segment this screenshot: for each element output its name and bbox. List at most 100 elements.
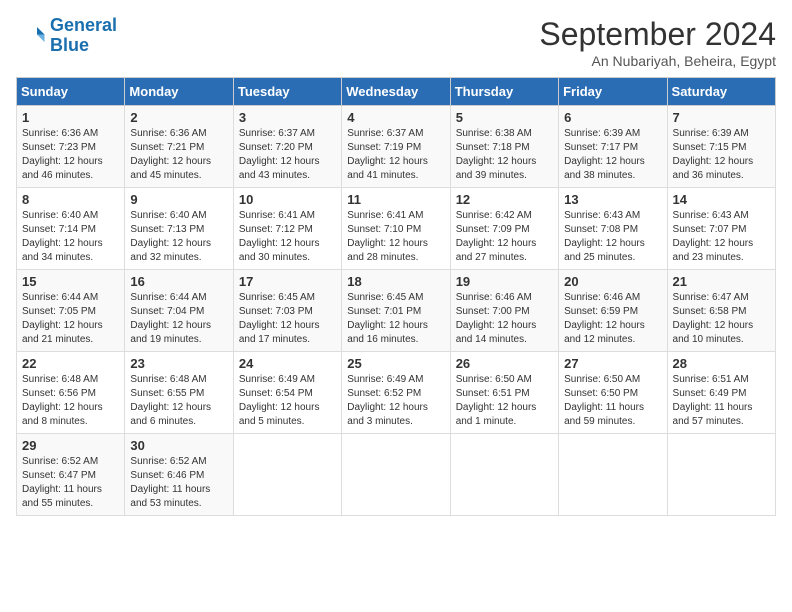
calendar-week-row: 15Sunrise: 6:44 AM Sunset: 7:05 PM Dayli… [17, 270, 776, 352]
day-info: Sunrise: 6:40 AM Sunset: 7:14 PM Dayligh… [22, 209, 119, 265]
table-row: 26 Sunrise: 6:50 AM Sunset: 6:51 PM Dayli… [450, 352, 558, 434]
col-monday: Monday [125, 78, 233, 106]
day-info: Sunrise: 6:48 AM Sunset: 6:55 PM Dayligh… [130, 373, 227, 429]
day-info: Sunrise: 6:49 AM Sunset: 6:54 PM Dayligh… [239, 373, 336, 429]
day-info: Sunrise: 6:45 AM Sunset: 7:01 PM Dayligh… [347, 291, 444, 347]
table-row: 5Sunrise: 6:38 AM Sunset: 7:18 PM Daylig… [450, 106, 558, 188]
col-thursday: Thursday [450, 78, 558, 106]
calendar-week-row: 22 Sunrise: 6:48 AM Sunset: 6:56 PM Dayli… [17, 352, 776, 434]
day-info: Sunrise: 6:48 AM Sunset: 6:56 PM Dayligh… [22, 373, 119, 429]
day-number: 25 [347, 356, 444, 371]
logo-icon [16, 21, 46, 51]
table-row: 16 Sunrise: 6:44 AM Sunset: 7:04 PM Dayli… [125, 270, 233, 352]
table-row: 11 Sunrise: 6:41 AM Sunset: 7:10 PM Dayli… [342, 188, 450, 270]
day-number: 8 [22, 192, 119, 207]
day-info: Sunrise: 6:40 AM Sunset: 7:13 PM Dayligh… [130, 209, 227, 265]
logo-line2: Blue [50, 35, 89, 55]
logo-line1: General [50, 15, 117, 35]
table-row: 6Sunrise: 6:39 AM Sunset: 7:17 PM Daylig… [559, 106, 667, 188]
day-number: 28 [673, 356, 770, 371]
day-info: Sunrise: 6:50 AM Sunset: 6:51 PM Dayligh… [456, 373, 553, 429]
day-number: 27 [564, 356, 661, 371]
day-number: 17 [239, 274, 336, 289]
day-info: Sunrise: 6:43 AM Sunset: 7:08 PM Dayligh… [564, 209, 661, 265]
day-number: 24 [239, 356, 336, 371]
day-info: Sunrise: 6:52 AM Sunset: 6:47 PM Dayligh… [22, 455, 119, 511]
day-number: 2 [130, 110, 227, 125]
day-info: Sunrise: 6:52 AM Sunset: 6:46 PM Dayligh… [130, 455, 227, 511]
table-row: 28Sunrise: 6:51 AM Sunset: 6:49 PM Dayli… [667, 352, 775, 434]
table-row: 18 Sunrise: 6:45 AM Sunset: 7:01 PM Dayli… [342, 270, 450, 352]
day-info: Sunrise: 6:44 AM Sunset: 7:04 PM Dayligh… [130, 291, 227, 347]
day-number: 20 [564, 274, 661, 289]
table-row: 24 Sunrise: 6:49 AM Sunset: 6:54 PM Dayli… [233, 352, 341, 434]
day-number: 4 [347, 110, 444, 125]
title-section: September 2024 An Nubariyah, Beheira, Eg… [539, 16, 776, 69]
day-number: 1 [22, 110, 119, 125]
day-number: 23 [130, 356, 227, 371]
table-row: 15Sunrise: 6:44 AM Sunset: 7:05 PM Dayli… [17, 270, 125, 352]
logo-text: General Blue [50, 16, 117, 56]
day-number: 30 [130, 438, 227, 453]
table-row: 20 Sunrise: 6:46 AM Sunset: 6:59 PM Dayli… [559, 270, 667, 352]
day-number: 13 [564, 192, 661, 207]
table-row: 23 Sunrise: 6:48 AM Sunset: 6:55 PM Dayli… [125, 352, 233, 434]
day-number: 6 [564, 110, 661, 125]
day-info: Sunrise: 6:37 AM Sunset: 7:19 PM Dayligh… [347, 127, 444, 183]
table-row: 27 Sunrise: 6:50 AM Sunset: 6:50 PM Dayli… [559, 352, 667, 434]
day-info: Sunrise: 6:37 AM Sunset: 7:20 PM Dayligh… [239, 127, 336, 183]
table-row: 2 Sunrise: 6:36 AM Sunset: 7:21 PM Daylig… [125, 106, 233, 188]
day-number: 18 [347, 274, 444, 289]
day-info: Sunrise: 6:46 AM Sunset: 7:00 PM Dayligh… [456, 291, 553, 347]
day-info: Sunrise: 6:38 AM Sunset: 7:18 PM Dayligh… [456, 127, 553, 183]
day-info: Sunrise: 6:43 AM Sunset: 7:07 PM Dayligh… [673, 209, 770, 265]
day-info: Sunrise: 6:42 AM Sunset: 7:09 PM Dayligh… [456, 209, 553, 265]
table-row: 13 Sunrise: 6:43 AM Sunset: 7:08 PM Dayli… [559, 188, 667, 270]
day-number: 26 [456, 356, 553, 371]
day-info: Sunrise: 6:36 AM Sunset: 7:21 PM Dayligh… [130, 127, 227, 183]
day-number: 22 [22, 356, 119, 371]
table-row [667, 434, 775, 516]
table-row [342, 434, 450, 516]
logo: General Blue [16, 16, 117, 56]
day-info: Sunrise: 6:49 AM Sunset: 6:52 PM Dayligh… [347, 373, 444, 429]
day-number: 16 [130, 274, 227, 289]
table-row: 7Sunrise: 6:39 AM Sunset: 7:15 PM Daylig… [667, 106, 775, 188]
day-number: 29 [22, 438, 119, 453]
col-sunday: Sunday [17, 78, 125, 106]
day-number: 12 [456, 192, 553, 207]
table-row: 12 Sunrise: 6:42 AM Sunset: 7:09 PM Dayli… [450, 188, 558, 270]
day-number: 21 [673, 274, 770, 289]
day-info: Sunrise: 6:50 AM Sunset: 6:50 PM Dayligh… [564, 373, 661, 429]
day-number: 9 [130, 192, 227, 207]
col-tuesday: Tuesday [233, 78, 341, 106]
day-info: Sunrise: 6:41 AM Sunset: 7:10 PM Dayligh… [347, 209, 444, 265]
day-info: Sunrise: 6:45 AM Sunset: 7:03 PM Dayligh… [239, 291, 336, 347]
table-row: 4 Sunrise: 6:37 AM Sunset: 7:19 PM Daylig… [342, 106, 450, 188]
table-row: 9 Sunrise: 6:40 AM Sunset: 7:13 PM Daylig… [125, 188, 233, 270]
day-number: 11 [347, 192, 444, 207]
col-friday: Friday [559, 78, 667, 106]
page-header: General Blue September 2024 An Nubariyah… [16, 16, 776, 69]
col-saturday: Saturday [667, 78, 775, 106]
day-number: 10 [239, 192, 336, 207]
table-row: 3 Sunrise: 6:37 AM Sunset: 7:20 PM Daylig… [233, 106, 341, 188]
table-row: 30 Sunrise: 6:52 AM Sunset: 6:46 PM Dayli… [125, 434, 233, 516]
day-number: 15 [22, 274, 119, 289]
day-info: Sunrise: 6:47 AM Sunset: 6:58 PM Dayligh… [673, 291, 770, 347]
table-row: 29 Sunrise: 6:52 AM Sunset: 6:47 PM Dayli… [17, 434, 125, 516]
table-row: 14 Sunrise: 6:43 AM Sunset: 7:07 PM Dayli… [667, 188, 775, 270]
day-number: 14 [673, 192, 770, 207]
calendar-week-row: 1Sunrise: 6:36 AM Sunset: 7:23 PM Daylig… [17, 106, 776, 188]
calendar-header-row: Sunday Monday Tuesday Wednesday Thursday… [17, 78, 776, 106]
calendar-week-row: 29 Sunrise: 6:52 AM Sunset: 6:47 PM Dayli… [17, 434, 776, 516]
day-info: Sunrise: 6:39 AM Sunset: 7:15 PM Dayligh… [673, 127, 770, 183]
day-number: 19 [456, 274, 553, 289]
day-number: 3 [239, 110, 336, 125]
col-wednesday: Wednesday [342, 78, 450, 106]
table-row [233, 434, 341, 516]
calendar-table: Sunday Monday Tuesday Wednesday Thursday… [16, 77, 776, 516]
calendar-week-row: 8 Sunrise: 6:40 AM Sunset: 7:14 PM Daylig… [17, 188, 776, 270]
day-info: Sunrise: 6:46 AM Sunset: 6:59 PM Dayligh… [564, 291, 661, 347]
location-subtitle: An Nubariyah, Beheira, Egypt [539, 53, 776, 69]
